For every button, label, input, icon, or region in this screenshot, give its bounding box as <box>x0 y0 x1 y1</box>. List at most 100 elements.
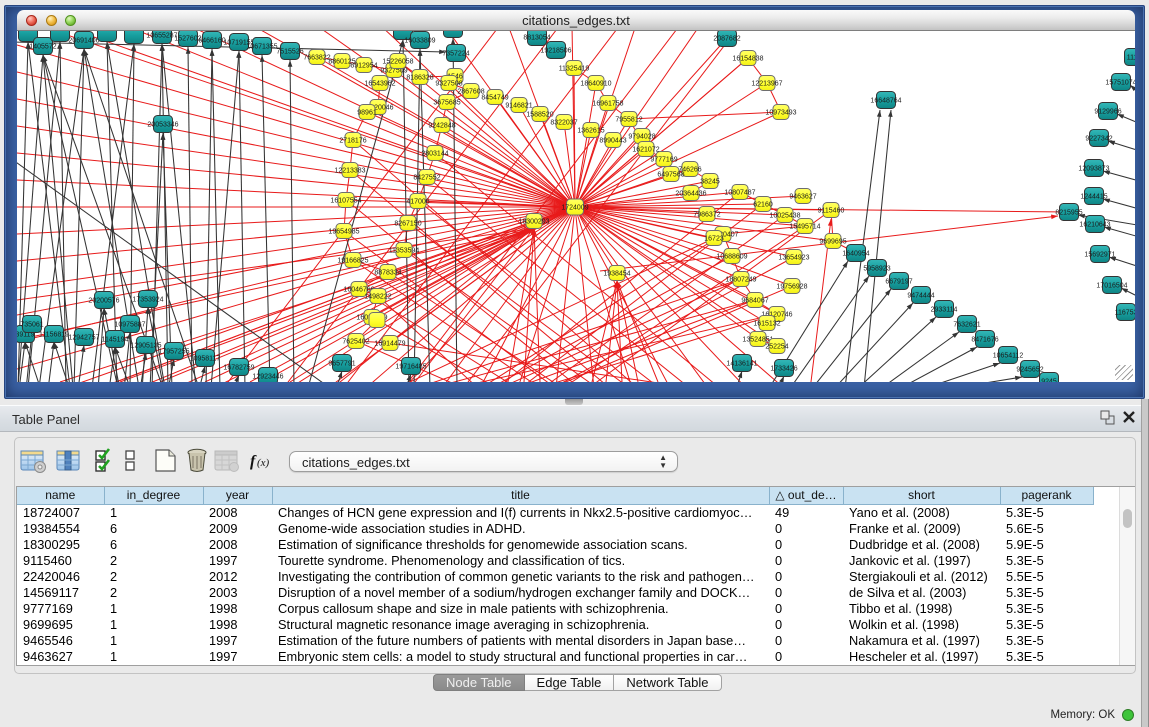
svg-text:12942757: 12942757 <box>68 335 99 342</box>
svg-text:1615132: 1615132 <box>753 321 780 328</box>
svg-text:19756928: 19756928 <box>776 284 807 291</box>
svg-text:7663822: 7663822 <box>303 55 330 62</box>
svg-text:10975887: 10975887 <box>114 322 145 329</box>
svg-text:19166825: 19166825 <box>337 258 368 265</box>
svg-text:8267150: 8267150 <box>394 221 421 228</box>
svg-text:10655287: 10655287 <box>146 33 177 40</box>
svg-text:15692971: 15692971 <box>1084 252 1115 259</box>
svg-text:19218506: 19218506 <box>540 48 571 55</box>
svg-text:1498222: 1498222 <box>364 294 391 301</box>
svg-text:10958117: 10958117 <box>190 356 221 363</box>
svg-text:1145194: 1145194 <box>102 337 129 344</box>
svg-text:20053346: 20053346 <box>147 122 178 129</box>
svg-text:2718176: 2718176 <box>339 138 366 145</box>
svg-text:16107554: 16107554 <box>330 198 361 205</box>
svg-text:8215955: 8215955 <box>1055 210 1082 217</box>
svg-text:12213383: 12213383 <box>334 168 365 175</box>
svg-text:1362615: 1362615 <box>577 128 604 135</box>
svg-text:16154838: 16154838 <box>732 56 763 63</box>
svg-text:16033809: 16033809 <box>404 38 435 45</box>
svg-text:1733426: 1733426 <box>770 366 797 373</box>
svg-text:6679197: 6679197 <box>885 279 912 286</box>
svg-text:16648764: 16648764 <box>870 98 901 105</box>
svg-text:15495714: 15495714 <box>789 224 820 231</box>
svg-text:8471676: 8471676 <box>971 337 998 344</box>
svg-text:1938454: 1938454 <box>603 271 630 278</box>
svg-text:17016504: 17016504 <box>1096 283 1127 290</box>
svg-text:10807487: 10807487 <box>724 190 755 197</box>
svg-text:9129966: 9129966 <box>1094 109 1121 116</box>
svg-text:9115460: 9115460 <box>818 208 845 215</box>
svg-text:19654985: 19654985 <box>328 229 359 236</box>
svg-text:18640910: 18640910 <box>580 81 611 88</box>
svg-text:17353924: 17353924 <box>132 297 163 304</box>
svg-text:9684067: 9684067 <box>741 298 768 305</box>
svg-text:6466160: 6466160 <box>198 38 225 45</box>
svg-text:10654112: 10654112 <box>993 353 1024 360</box>
svg-text:98961: 98961 <box>357 110 377 117</box>
svg-text:7632621: 7632621 <box>953 322 980 329</box>
svg-text:38245: 38245 <box>700 179 720 186</box>
svg-text:9474444: 9474444 <box>907 293 934 300</box>
svg-text:16914479: 16914479 <box>374 341 405 348</box>
svg-text:1640954: 1640954 <box>842 251 869 258</box>
svg-text:12905135: 12905135 <box>130 343 161 350</box>
svg-text:8186328: 8186328 <box>406 75 433 82</box>
svg-text:10688609: 10688609 <box>716 254 747 261</box>
svg-text:(x): (x) <box>257 457 270 469</box>
svg-text:f: f <box>250 453 257 470</box>
svg-text:62160: 62160 <box>753 202 773 209</box>
svg-text:735061: 735061 <box>20 322 43 329</box>
svg-text:16543962: 16543962 <box>364 81 395 88</box>
svg-text:8322037: 8322037 <box>550 120 577 127</box>
svg-text:19716485: 19716485 <box>395 364 426 371</box>
svg-text:2933114: 2933114 <box>931 307 958 314</box>
svg-text:417006: 417006 <box>406 199 429 206</box>
svg-text:7357224: 7357224 <box>442 51 469 58</box>
svg-text:12093873: 12093873 <box>1078 166 1109 173</box>
svg-text:116753: 116753 <box>1115 310 1135 317</box>
svg-text:15751074: 15751074 <box>1105 80 1135 87</box>
svg-text:9463627: 9463627 <box>789 194 816 201</box>
svg-text:10671355: 10671355 <box>246 44 277 51</box>
svg-text:16210643: 16210643 <box>1079 222 1110 229</box>
svg-text:11156819: 11156819 <box>39 332 69 339</box>
svg-text:18300293: 18300293 <box>518 219 549 226</box>
svg-text:13654923: 13654923 <box>778 255 809 262</box>
svg-text:16961758: 16961758 <box>592 101 623 108</box>
svg-text:7986372: 7986372 <box>693 212 720 219</box>
svg-text:9657791: 9657791 <box>328 361 355 368</box>
svg-text:1112: 1112 <box>1127 55 1135 62</box>
svg-text:9146821: 9146821 <box>505 103 532 110</box>
svg-text:7515526: 7515526 <box>276 49 303 56</box>
svg-text:8813054: 8813054 <box>523 35 550 42</box>
svg-text:12213967: 12213967 <box>751 81 782 88</box>
svg-text:6497568: 6497568 <box>657 172 684 179</box>
svg-text:20691406: 20691406 <box>68 38 99 45</box>
svg-text:16782759: 16782759 <box>223 365 254 372</box>
svg-text:3675685: 3675685 <box>433 100 460 107</box>
svg-text:11325419: 11325419 <box>559 66 590 73</box>
svg-text:11353594: 11353594 <box>389 248 420 255</box>
svg-text:7625402: 7625402 <box>342 339 369 346</box>
svg-text:14136141: 14136141 <box>726 361 757 368</box>
svg-text:18807249: 18807249 <box>725 277 756 284</box>
svg-text:9777169: 9777169 <box>650 157 677 164</box>
svg-text:10025438: 10025438 <box>769 213 800 220</box>
svg-text:20364436: 20364436 <box>675 191 706 198</box>
svg-text:9699695: 9699695 <box>819 239 846 246</box>
svg-text:1724009: 1724009 <box>561 205 588 212</box>
svg-text:5958923: 5958923 <box>863 266 890 273</box>
svg-text:1588520: 1588520 <box>526 112 553 119</box>
svg-text:12923446: 12923446 <box>252 374 283 381</box>
svg-text:9242848: 9242848 <box>428 123 455 130</box>
svg-text:2803144: 2803144 <box>421 151 448 158</box>
svg-text:1244415: 1244415 <box>1080 194 1107 201</box>
svg-text:252254: 252254 <box>765 344 788 351</box>
svg-text:8912954: 8912954 <box>350 63 377 70</box>
svg-text:7955812: 7955812 <box>615 117 642 124</box>
svg-text:9327508: 9327508 <box>435 81 462 88</box>
svg-text:10973493: 10973493 <box>765 110 796 117</box>
svg-text:8878334: 8878334 <box>374 270 401 277</box>
svg-text:8990443: 8990443 <box>599 138 626 145</box>
